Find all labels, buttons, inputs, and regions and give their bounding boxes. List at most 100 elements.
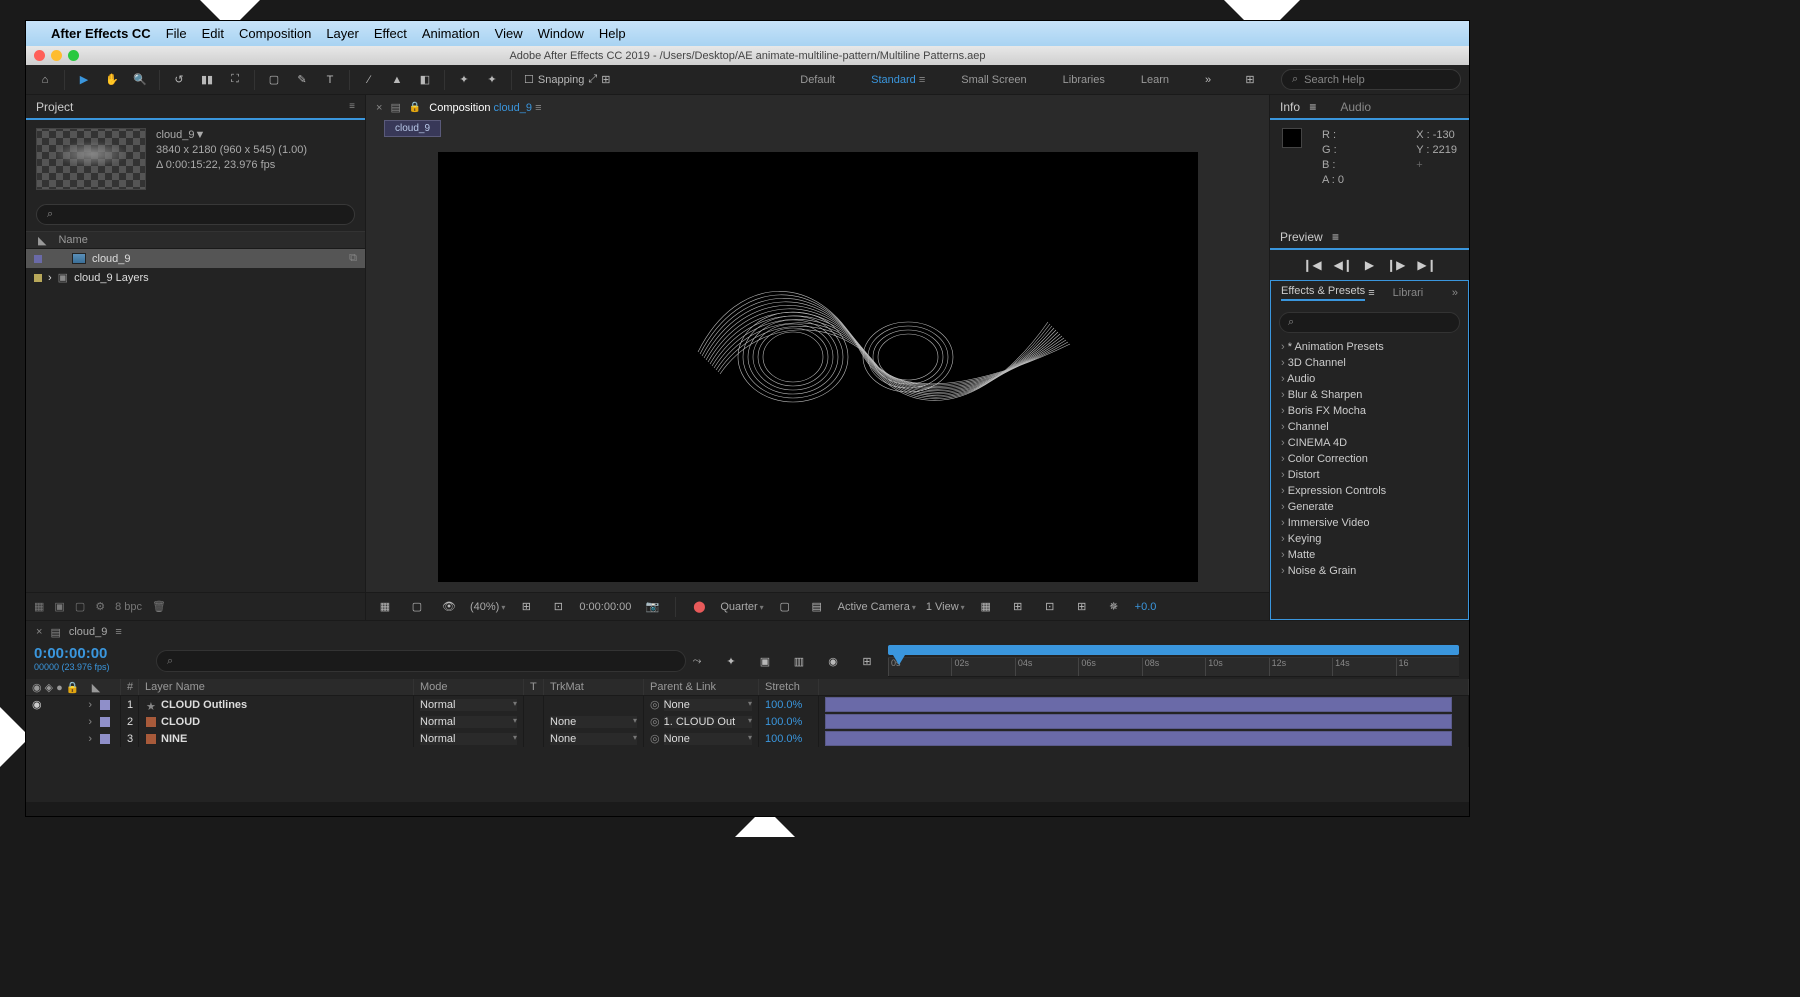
audio-panel-tab[interactable]: Audio <box>1340 100 1371 114</box>
menu-edit[interactable]: Edit <box>202 26 224 41</box>
exposure-value[interactable]: +0.0 <box>1135 601 1157 613</box>
libraries-tab[interactable]: Librari <box>1393 287 1424 299</box>
type-tool-icon[interactable]: T <box>319 69 341 91</box>
more-icon[interactable]: » <box>1197 69 1219 91</box>
parent-dropdown[interactable]: 1. CLOUD Out▾ <box>664 716 752 728</box>
mini-flowchart[interactable]: cloud_9 <box>366 120 1269 142</box>
parent-dropdown[interactable]: None▾ <box>664 699 752 711</box>
viewer-controls-icon[interactable]: ▤ <box>390 101 400 114</box>
effect-category[interactable]: Immersive Video <box>1271 515 1468 531</box>
t-column[interactable]: T <box>524 679 544 695</box>
guides-icon[interactable]: ⊞ <box>1071 596 1093 618</box>
current-time[interactable]: 0:00:00:00 <box>579 601 631 613</box>
interpret-footage-icon[interactable]: ▦ <box>34 600 44 613</box>
project-settings-icon[interactable]: ⚙ <box>95 600 105 613</box>
pickwhip-icon[interactable]: ◎ <box>650 732 660 745</box>
zoom-tool-icon[interactable]: 🔍 <box>129 69 151 91</box>
menu-effect[interactable]: Effect <box>374 26 407 41</box>
parent-column[interactable]: Parent & Link <box>644 679 759 695</box>
draft-3d-icon[interactable]: ✦ <box>720 650 742 672</box>
workspace-standard[interactable]: Standard ≡ <box>863 70 933 90</box>
layer-name[interactable]: NINE <box>161 733 187 745</box>
effects-search[interactable]: ⌕ <box>1279 312 1460 333</box>
roi-icon[interactable]: ⊡ <box>547 596 569 618</box>
workspace-learn[interactable]: Learn <box>1133 70 1177 90</box>
views-dropdown[interactable]: 1 View▾ <box>926 601 965 613</box>
tag-icon[interactable]: ◣ <box>38 234 46 247</box>
effect-category[interactable]: Matte <box>1271 547 1468 563</box>
menu-animation[interactable]: Animation <box>422 26 480 41</box>
snapshot-icon[interactable]: 📷 <box>641 596 663 618</box>
timeline-scrollbar[interactable] <box>26 802 1469 816</box>
timeline-layer-row[interactable]: › 2 CLOUD Normal▾ None▾ ◎1. CLOUD Out▾ 1… <box>26 713 1469 730</box>
lock-icon[interactable]: 🔒 <box>409 102 421 113</box>
effect-category[interactable]: * Animation Presets <box>1271 339 1468 355</box>
prev-frame-icon[interactable]: ◀❙ <box>1334 258 1353 272</box>
trkmat-dropdown[interactable]: None▾ <box>550 716 637 728</box>
effects-presets-tab[interactable]: Effects & Presets ≡ Librari » <box>1270 280 1469 304</box>
name-column[interactable]: Name <box>58 234 87 246</box>
current-time[interactable]: 0:00:00:00 <box>34 645 148 662</box>
pickwhip-icon[interactable]: ◎ <box>650 698 660 711</box>
motion-blur-icon[interactable]: ◉ <box>822 650 844 672</box>
layer-name[interactable]: CLOUD <box>161 716 200 728</box>
pen-tool-icon[interactable]: ✎ <box>291 69 313 91</box>
twirl-icon[interactable]: › <box>48 272 52 284</box>
effect-category[interactable]: Blur & Sharpen <box>1271 387 1468 403</box>
label-swatch[interactable] <box>100 717 110 727</box>
sync-settings-icon[interactable]: ⊞ <box>1239 69 1261 91</box>
trash-icon[interactable]: 🗑 <box>152 600 166 613</box>
blend-mode-dropdown[interactable]: Normal▾ <box>420 699 517 711</box>
layer-name-column[interactable]: Layer Name <box>139 679 414 695</box>
play-icon[interactable]: ▶ <box>1365 258 1374 272</box>
comp-name[interactable]: cloud_9▼ <box>156 128 307 143</box>
clone-stamp-icon[interactable]: ▲ <box>386 69 408 91</box>
stretch-value[interactable]: 100.0% <box>765 733 802 745</box>
workspace-default[interactable]: Default <box>792 70 843 90</box>
menu-file[interactable]: File <box>166 26 187 41</box>
parent-dropdown[interactable]: None▾ <box>664 733 752 745</box>
always-preview-icon[interactable]: ▦ <box>374 596 396 618</box>
flowchart-icon[interactable]: ⧉ <box>349 252 357 265</box>
layer-name[interactable]: CLOUD Outlines <box>161 699 247 711</box>
menu-view[interactable]: View <box>495 26 523 41</box>
twirl-icon[interactable]: › <box>88 699 92 711</box>
workspace-libraries[interactable]: Libraries <box>1055 70 1113 90</box>
effect-category[interactable]: Expression Controls <box>1271 483 1468 499</box>
active-camera-dropdown[interactable]: Active Camera▾ <box>838 601 916 613</box>
comp-mini-flowchart-icon[interactable]: ⤳ <box>686 650 708 672</box>
project-search[interactable]: ⌕ <box>36 204 355 225</box>
graph-editor-icon[interactable]: ⊞ <box>856 650 878 672</box>
effect-category[interactable]: Channel <box>1271 419 1468 435</box>
track-camera-icon[interactable]: ▮▮ <box>196 69 218 91</box>
viewer-canvas[interactable] <box>366 142 1269 592</box>
snapping-toggle[interactable]: ☐ Snapping ⤢ ⊞ <box>524 73 610 86</box>
resolution-dropdown[interactable]: Quarter▾ <box>720 601 763 613</box>
selection-tool-icon[interactable]: ▶ <box>73 69 95 91</box>
info-panel-tab[interactable]: Info ≡ Audio <box>1270 95 1469 120</box>
effect-category[interactable]: Distort <box>1271 467 1468 483</box>
fast-draft-icon[interactable]: ⊞ <box>1007 596 1029 618</box>
effect-category[interactable]: Color Correction <box>1271 451 1468 467</box>
trkmat-dropdown[interactable]: None▾ <box>550 733 637 745</box>
eraser-tool-icon[interactable]: ◧ <box>414 69 436 91</box>
next-frame-icon[interactable]: ❙▶ <box>1386 258 1405 272</box>
effect-category[interactable]: Generate <box>1271 499 1468 515</box>
layer-bar[interactable] <box>825 697 1452 712</box>
home-icon[interactable]: ⌂ <box>34 69 56 91</box>
effect-category[interactable]: Keying <box>1271 531 1468 547</box>
effect-category[interactable]: CINEMA 4D <box>1271 435 1468 451</box>
pixel-aspect-icon[interactable]: ▦ <box>975 596 997 618</box>
close-button[interactable] <box>34 50 45 61</box>
mode-column[interactable]: Mode <box>414 679 524 695</box>
unified-camera-icon[interactable]: ⛶ <box>224 69 246 91</box>
timeline-layer-row[interactable]: › 3 NINE Normal▾ None▾ ◎None▾ 100.0% <box>26 730 1469 747</box>
layer-bar[interactable] <box>825 714 1452 729</box>
visibility-icon[interactable]: ◉ <box>32 698 42 711</box>
frame-blend-icon[interactable]: ▥ <box>788 650 810 672</box>
minimize-button[interactable] <box>51 50 62 61</box>
brush-tool-icon[interactable]: ∕ <box>358 69 380 91</box>
effect-category[interactable]: 3D Channel <box>1271 355 1468 371</box>
exposure-icon[interactable]: ✵ <box>1103 596 1125 618</box>
av-features-column[interactable]: ◉ ◈ ● 🔒 ◣ <box>26 679 121 695</box>
